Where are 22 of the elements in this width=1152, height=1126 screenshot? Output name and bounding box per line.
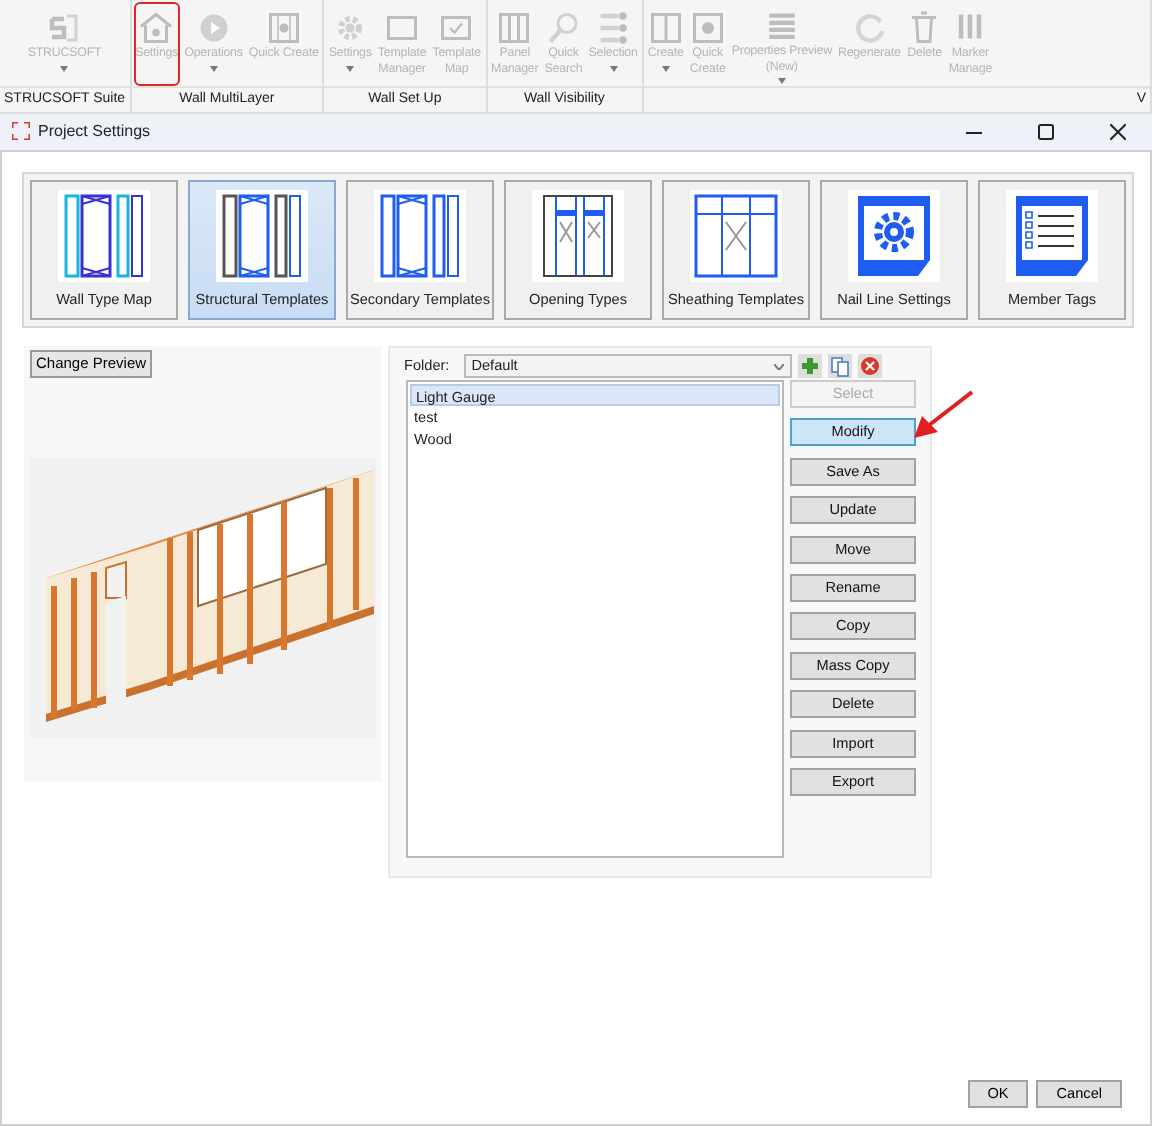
close-icon[interactable] [1110,124,1126,140]
columns-icon [647,10,684,46]
app-logo-icon [12,122,30,141]
film-icon [265,10,302,46]
caret-icon [773,363,784,369]
search-icon [545,10,582,46]
copy-icon[interactable] [827,354,852,378]
play-icon [195,10,232,46]
maximize-icon[interactable] [1038,124,1054,140]
delete-icon[interactable] [857,354,882,378]
list-icon [595,10,632,46]
checkbox-icon [438,10,475,46]
window-title: Project Settings [38,120,151,144]
refresh-icon [851,10,888,46]
add-icon[interactable] [797,354,822,378]
panels-icon [496,10,533,46]
house-icon [138,10,175,46]
frame-drawing [690,190,782,282]
list-icon [763,10,800,44]
frame-icon [384,10,421,46]
logo-icon [46,10,83,46]
film-icon [689,10,726,46]
